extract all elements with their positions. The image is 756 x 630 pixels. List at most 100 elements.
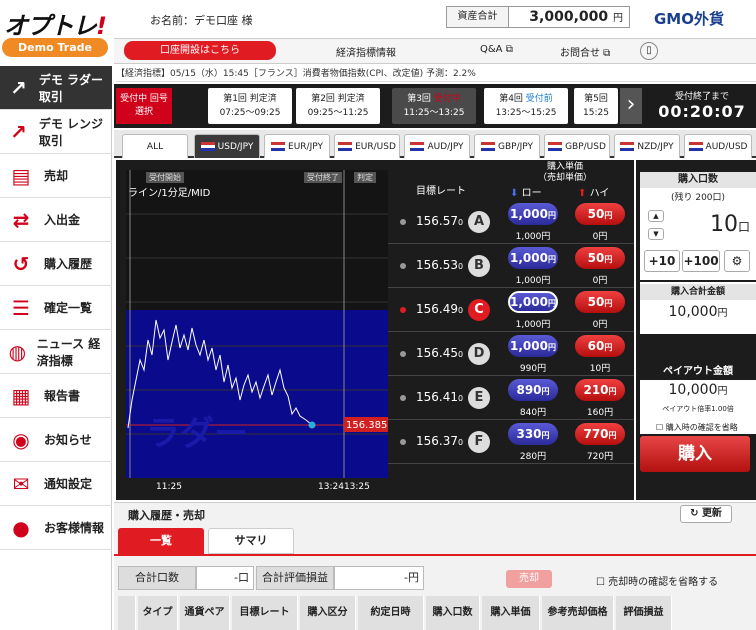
book-icon[interactable]: ▯ <box>640 42 658 60</box>
low-buy-button[interactable]: 1,000円 <box>508 203 558 225</box>
sell-button[interactable]: 売却 <box>506 570 552 588</box>
buy-button[interactable]: 購入 <box>640 436 750 472</box>
history-icon: ↺ <box>12 251 30 276</box>
low-sell-price: 1,000円 <box>515 320 551 330</box>
refresh-button[interactable]: ↻ 更新 <box>680 505 732 523</box>
qty-input[interactable]: 10口 <box>672 212 750 237</box>
rate-letter: C <box>468 299 490 321</box>
sidebar-item-history[interactable]: ↺ 購入履歴 <box>0 242 112 286</box>
history-title: 購入履歴・売却 <box>128 509 205 522</box>
news-ticker[interactable]: 【経済指標】05/15（水）15:45［フランス］消費者物価指数(CPI、改定値… <box>116 66 756 82</box>
open-account-button[interactable]: 口座開設はこちら <box>124 41 276 60</box>
pair-tab-gbpusd[interactable]: GBP/USD <box>544 134 610 158</box>
plus10-button[interactable]: +10 <box>644 250 680 272</box>
round-5[interactable]: 第5回 15:25 <box>574 88 618 124</box>
column-header[interactable]: 評価損益 <box>616 596 672 630</box>
column-header[interactable]: 購入単価 <box>482 596 540 630</box>
target-rate: 156.530 <box>416 258 464 272</box>
sidebar-item-ladder[interactable]: ↗ デモ ラダー取引 <box>0 66 112 110</box>
total-label: 購入合計金額 <box>640 284 756 300</box>
target-rate-header: 目標レート <box>416 186 466 197</box>
sidebar-item-news[interactable]: ◍ ニュース 経済指標 <box>0 330 112 374</box>
column-header[interactable]: 購入口数 <box>426 596 480 630</box>
brand-logo: GMO外貨 <box>654 10 724 28</box>
round-select-button[interactable]: 受付中 回号選択 <box>116 88 172 124</box>
column-header[interactable]: 目標レート <box>232 596 298 630</box>
sidebar-item-sell[interactable]: ▤ 売却 <box>0 154 112 198</box>
sidebar-item-notice[interactable]: ◉ お知らせ <box>0 418 112 462</box>
plus100-button[interactable]: +100 <box>682 250 720 272</box>
account-name: お名前：デモ口座 様 <box>150 14 253 27</box>
flag-icon <box>410 142 425 151</box>
qty-label: 購入口数 <box>640 172 756 188</box>
document-icon: ▦ <box>11 383 31 408</box>
pair-tab-audusd[interactable]: AUD/USD <box>684 134 752 158</box>
pair-tab-gbpjpy[interactable]: GBP/JPY <box>474 134 540 158</box>
round-1[interactable]: 第1回 判定済 07:25〜09:25 <box>208 88 292 124</box>
high-buy-button[interactable]: 50円 <box>575 247 625 269</box>
row-marker <box>400 263 406 269</box>
sidebar-item-notify[interactable]: ✉ 通知設定 <box>0 462 112 506</box>
pair-tab-eurjpy[interactable]: EUR/JPY <box>264 134 330 158</box>
app-logo: オプトレ! <box>4 12 107 40</box>
round-3[interactable]: 第3回 受付中 11:25〜13:25 <box>392 88 476 124</box>
pair-tab-nzdjpy[interactable]: NZD/JPY <box>614 134 680 158</box>
round-2[interactable]: 第2回 判定済 09:25〜11:25 <box>296 88 380 124</box>
target-rate: 156.490 <box>416 302 464 316</box>
total-eval-label: 合計評価損益 <box>256 566 334 590</box>
sell-confirm-checkbox[interactable]: ☐ 売却時の確認を省略する <box>596 573 718 588</box>
next-round-arrow[interactable]: › <box>620 88 642 124</box>
list-icon: ☰ <box>12 295 30 320</box>
tab-summary[interactable]: サマリ <box>208 528 294 554</box>
sell-icon: ▤ <box>11 163 31 188</box>
low-buy-button[interactable]: 1,000円 <box>508 247 558 269</box>
column-header[interactable]: 約定日時 <box>358 596 424 630</box>
low-buy-button[interactable]: 1,000円 <box>508 291 558 313</box>
sidebar-item-customer[interactable]: ● お客様情報 <box>0 506 112 550</box>
time-end: 13:2413:25 <box>318 482 370 492</box>
column-header[interactable]: タイプ <box>138 596 178 630</box>
high-buy-button[interactable]: 770円 <box>575 423 625 445</box>
qty-down-icon[interactable]: ▼ <box>648 228 664 240</box>
pair-tab-audjpy[interactable]: AUD/JPY <box>404 134 470 158</box>
low-buy-button[interactable]: 1,000円 <box>508 335 558 357</box>
high-sell-price: 10円 <box>589 364 611 374</box>
payout-label: ペイアウト金額 <box>663 366 733 377</box>
high-buy-button[interactable]: 50円 <box>575 203 625 225</box>
high-buy-button[interactable]: 50円 <box>575 291 625 313</box>
mail-icon: ✉ <box>12 471 30 496</box>
total-eval-value: -円 <box>334 566 424 590</box>
rate-letter: D <box>468 343 490 365</box>
skip-confirm-checkbox[interactable]: ☐ 購入時の確認を省略 <box>656 422 738 433</box>
payout-amount: 10,000円 <box>668 382 728 398</box>
sidebar-item-settled[interactable]: ☰ 確定一覧 <box>0 286 112 330</box>
pair-tab-eurusd[interactable]: EUR/USD <box>334 134 400 158</box>
low-buy-button[interactable]: 890円 <box>508 379 558 401</box>
low-sell-price: 840円 <box>519 408 547 418</box>
qa-link[interactable]: Q&A ⧉ <box>480 44 513 55</box>
column-header[interactable]: 通貨ペア <box>180 596 230 630</box>
column-header[interactable]: 参考売却価格 <box>542 596 614 630</box>
countdown-timer: 00:20:07 <box>658 102 746 121</box>
pair-tab-all[interactable]: ALL <box>122 134 188 158</box>
row-marker <box>400 307 406 313</box>
round-4[interactable]: 第4回 受付前 13:25〜15:25 <box>484 88 568 124</box>
low-buy-button[interactable]: 330円 <box>508 423 558 445</box>
tab-list[interactable]: 一覧 <box>118 528 204 554</box>
column-header[interactable]: 購入区分 <box>300 596 356 630</box>
close-marker: 受付終了 <box>304 172 342 183</box>
qty-up-icon[interactable]: ▲ <box>648 210 664 222</box>
sidebar-item-report[interactable]: ▦ 報告書 <box>0 374 112 418</box>
high-buy-button[interactable]: 60円 <box>575 335 625 357</box>
contact-link[interactable]: お問合せ ⧉ <box>560 44 610 59</box>
flag-icon <box>548 142 563 151</box>
current-price-label: 156.385 <box>346 420 387 431</box>
gear-icon[interactable]: ⚙ <box>724 250 750 272</box>
sidebar-item-deposit[interactable]: ⇄ 入出金 <box>0 198 112 242</box>
sidebar-item-range[interactable]: ↗ デモ レンジ取引 <box>0 110 112 154</box>
indicators-link[interactable]: 経済指標情報 <box>336 44 396 59</box>
high-buy-button[interactable]: 210円 <box>575 379 625 401</box>
pair-tab-usdjpy[interactable]: USD/JPY <box>194 134 260 158</box>
target-rate: 156.570 <box>416 214 464 228</box>
payout-note: ペイアウト倍率1.00倍 <box>662 405 734 413</box>
